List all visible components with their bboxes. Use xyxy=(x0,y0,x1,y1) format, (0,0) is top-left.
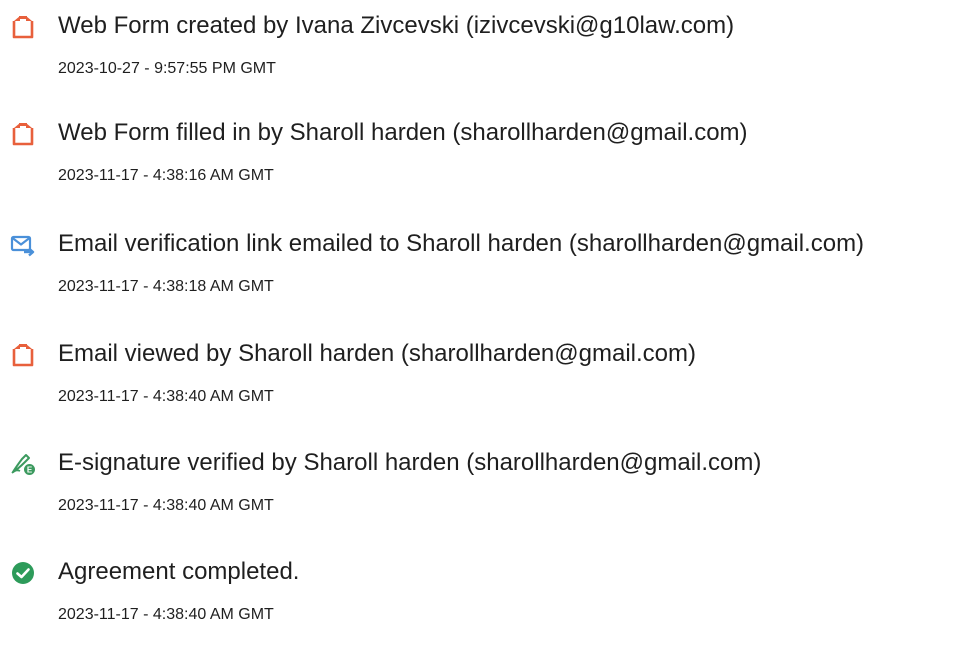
event-timestamp: 2023-11-17 - 4:38:18 AM GMT xyxy=(58,278,274,295)
email-forward-icon xyxy=(10,232,36,258)
e-signature-icon: E xyxy=(10,451,36,477)
event-timestamp: 2023-11-17 - 4:38:40 AM GMT xyxy=(58,388,274,405)
web-form-icon xyxy=(10,121,36,147)
event-row: Web Form filled in by Sharoll harden (sh… xyxy=(0,107,956,187)
event-timestamp: 2023-10-27 - 9:57:55 PM GMT xyxy=(58,60,276,77)
event-timestamp: 2023-11-17 - 4:38:40 AM GMT xyxy=(58,497,274,514)
event-row: Web Form created by Ivana Zivcevski (izi… xyxy=(0,0,956,80)
event-description: Web Form filled in by Sharoll harden (sh… xyxy=(58,119,748,146)
event-row: Email verification link emailed to Sharo… xyxy=(0,218,956,298)
event-description: Email viewed by Sharoll harden (sharollh… xyxy=(58,340,696,367)
event-description: E-signature verified by Sharoll harden (… xyxy=(58,449,762,476)
svg-text:E: E xyxy=(27,466,33,475)
event-timestamp: 2023-11-17 - 4:38:16 AM GMT xyxy=(58,167,274,184)
event-description: Agreement completed. xyxy=(58,558,300,585)
event-row: Agreement completed. 2023-11-17 - 4:38:4… xyxy=(0,546,956,626)
event-description: Email verification link emailed to Sharo… xyxy=(58,230,865,257)
event-row: E E-signature verified by Sharoll harden… xyxy=(0,437,956,517)
event-row: Email viewed by Sharoll harden (sharollh… xyxy=(0,328,956,408)
web-form-icon xyxy=(10,14,36,40)
event-description: Web Form created by Ivana Zivcevski (izi… xyxy=(58,12,735,39)
check-circle-icon xyxy=(10,560,36,586)
event-timestamp: 2023-11-17 - 4:38:40 AM GMT xyxy=(58,606,274,623)
web-form-icon xyxy=(10,342,36,368)
